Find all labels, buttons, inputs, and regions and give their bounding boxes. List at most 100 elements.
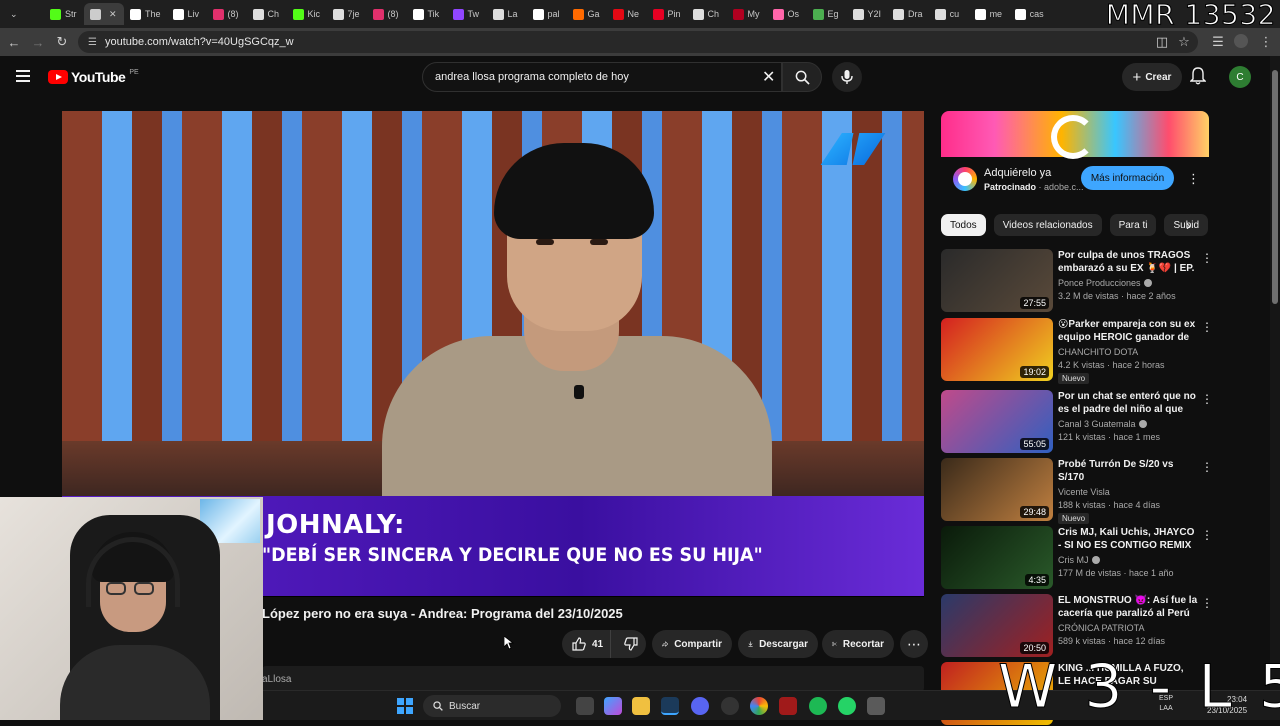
video-more-icon[interactable]: ⋮ [1201,596,1213,610]
youtube-logo[interactable]: YouTube PE [48,69,139,85]
browser-tab[interactable]: ✕ [84,3,124,25]
steam-icon[interactable] [661,697,679,715]
browser-tab[interactable]: Eg [807,3,847,25]
ad-banner-image[interactable] [941,111,1209,159]
calculator-icon[interactable] [867,697,885,715]
bookmark-star-icon[interactable]: ☆ [1172,30,1196,54]
close-tab-icon[interactable]: ✕ [109,9,117,20]
sponsored-ad[interactable]: Adquiérelo ya Patrocinado · adobe.c... M… [941,111,1209,201]
video-more-icon[interactable]: ⋮ [1201,320,1213,334]
tab-search-chevron-icon[interactable]: ⌄ [4,3,44,25]
page-scrollbar[interactable] [1270,56,1280,698]
account-avatar[interactable]: C [1229,66,1251,88]
browser-tab[interactable]: cu [929,3,969,25]
app-red-icon[interactable] [779,697,797,715]
install-app-icon[interactable]: ◫ [1150,30,1174,54]
filter-chip[interactable]: Para ti [1109,214,1157,236]
browser-tab[interactable]: My [727,3,767,25]
channel-name[interactable]: CRÓNICA PATRIOTA [1058,623,1145,633]
video-title[interactable]: Probé Turrón De S/20 vs S/170 [1058,458,1198,484]
browser-tab[interactable]: Ga [567,3,607,25]
browser-tab[interactable]: Ne [607,3,647,25]
video-title[interactable]: 😮Parker empareja con su ex equipo HEROIC… [1058,318,1198,344]
browser-tab[interactable]: cas [1009,3,1050,25]
video-more-icon[interactable]: ⋮ [1201,392,1213,406]
dislike-button[interactable] [617,637,646,651]
browser-tab[interactable]: Liv [167,3,207,25]
video-more-icon[interactable]: ⋮ [1201,528,1213,542]
browser-tab[interactable]: me [969,3,1009,25]
browser-tab[interactable]: Kic [287,3,327,25]
video-thumbnail[interactable]: 27:55 [941,249,1053,312]
site-info-icon[interactable]: ☰ [88,37,97,48]
windows-start-icon[interactable] [397,698,413,714]
obs-icon[interactable] [721,697,739,715]
chrome-icon[interactable] [750,697,768,715]
profile-icon[interactable] [1234,34,1248,48]
ad-cta-button[interactable]: Más información [1081,166,1174,190]
clear-search-icon[interactable]: ✕ [762,67,775,87]
guide-menu-icon[interactable] [16,70,30,82]
video-title[interactable]: Por un chat se enteró que no es el padre… [1058,390,1198,416]
browser-tab[interactable]: Os [767,3,807,25]
browser-tab[interactable]: Tw [447,3,487,25]
recommended-video[interactable]: 27:55 Por culpa de unos TRAGOS embarazó a… [941,249,1213,313]
video-title[interactable]: Por culpa de unos TRAGOS embarazó a su E… [1058,249,1198,275]
ad-more-icon[interactable]: ⋮ [1187,171,1200,187]
chevron-right-icon[interactable]: › [1186,217,1191,233]
file-explorer-icon[interactable] [632,697,650,715]
recommended-video[interactable]: 19:02 😮Parker empareja con su ex equipo H… [941,318,1213,384]
reload-button[interactable]: ↻ [50,30,74,54]
recommended-video[interactable]: 55:05 Por un chat se enteró que no es el … [941,390,1213,454]
channel-row[interactable]: aLlosa [262,666,924,692]
search-button[interactable] [782,62,822,92]
browser-tab[interactable]: pal [527,3,567,25]
channel-name[interactable]: Ponce Producciones [1058,278,1152,288]
recommended-video[interactable]: 20:50 EL MONSTRUO 👿: Así fue la cacería q… [941,594,1213,658]
browser-tab[interactable]: Str [44,3,84,25]
clip-button[interactable]: Recortar [822,630,894,658]
recommended-video[interactable]: 4:35 Cris MJ, Kali Uchis, JHAYCO - SI NO … [941,526,1213,590]
browser-tab[interactable]: 7je [327,3,367,25]
create-button[interactable]: + Crear [1122,63,1182,91]
channel-name[interactable]: CHANCHITO DOTA [1058,347,1138,357]
task-view-icon[interactable] [576,697,594,715]
video-thumbnail[interactable]: 29:48 [941,458,1053,521]
spotify-icon[interactable] [809,697,827,715]
whatsapp-icon[interactable] [838,697,856,715]
video-title[interactable]: EL MONSTRUO 👿: Así fue la cacería que pa… [1058,594,1198,620]
recommended-video[interactable]: 29:48 Probé Turrón De S/20 vs S/170 Vicent… [941,458,1213,524]
like-button[interactable]: 41 [562,630,611,658]
browser-tab[interactable]: Y2I [847,3,888,25]
browser-tab[interactable]: Tik [407,3,447,25]
video-more-icon[interactable]: ⋮ [1201,251,1213,265]
voice-search-button[interactable] [832,62,862,92]
browser-tab[interactable]: Dra [887,3,929,25]
filter-chip[interactable]: Videos relacionados [993,214,1102,236]
share-button[interactable]: Compartir [652,630,732,658]
channel-name[interactable]: Vicente Visla [1058,487,1110,497]
notifications-button[interactable] [1189,67,1207,90]
video-more-icon[interactable]: ⋮ [1201,460,1213,474]
browser-tab[interactable]: Ch [247,3,287,25]
more-actions-button[interactable]: ⋯ [900,630,928,658]
search-input[interactable]: andrea llosa programa completo de hoy [422,62,782,92]
back-button[interactable]: ← [2,30,26,54]
filter-chip[interactable]: Todos [941,214,986,236]
video-thumbnail[interactable]: 55:05 [941,390,1053,453]
browser-tab[interactable]: (8) [367,3,407,25]
scrollbar-thumb[interactable] [1272,70,1278,304]
taskbar-search[interactable]: Buscar [423,695,561,717]
copilot-icon[interactable] [604,697,622,715]
video-thumbnail[interactable]: 20:50 [941,594,1053,657]
forward-button[interactable]: → [26,30,50,54]
channel-name[interactable]: Canal 3 Guatemala [1058,419,1147,429]
video-thumbnail[interactable]: 19:02 [941,318,1053,381]
browser-tab[interactable]: Ch [687,3,727,25]
browser-tab[interactable]: Pin [647,3,687,25]
reading-list-icon[interactable]: ☰ [1206,30,1230,54]
discord-icon[interactable] [691,697,709,715]
url-input[interactable]: ☰ youtube.com/watch?v=40UgSGCqz_w [78,31,1198,53]
browser-tab[interactable]: La [487,3,527,25]
video-thumbnail[interactable]: 4:35 [941,526,1053,589]
